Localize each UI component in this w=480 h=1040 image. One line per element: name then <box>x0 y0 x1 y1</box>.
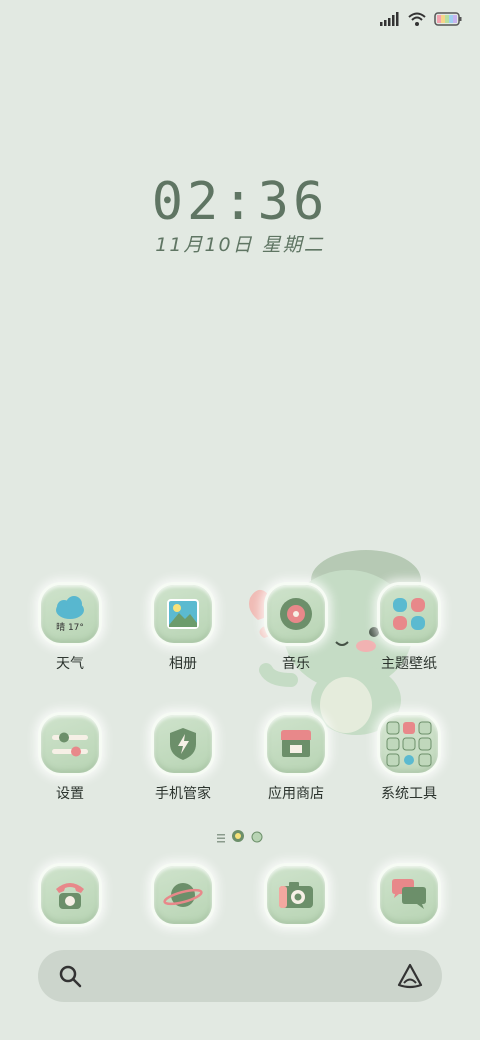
app-weather[interactable]: 晴 17° 天气 <box>20 585 120 673</box>
messages-icon <box>380 866 438 924</box>
folder-icon <box>380 715 438 773</box>
app-label: 音乐 <box>282 656 310 672</box>
app-label: 系统工具 <box>381 786 437 802</box>
security-shield-icon <box>154 715 212 773</box>
app-gallery[interactable]: 相册 <box>133 585 233 673</box>
camera-icon <box>267 866 325 924</box>
app-music[interactable]: 音乐 <box>246 585 346 673</box>
app-theme[interactable]: 主题壁纸 <box>359 585 459 673</box>
clock-widget[interactable]: 02:36 11月10日 星期二 <box>0 172 480 257</box>
page-indicator[interactable] <box>0 828 480 847</box>
app-phone-manager[interactable]: 手机管家 <box>133 715 233 803</box>
dock-phone[interactable] <box>20 866 120 924</box>
battery-icon <box>434 11 462 30</box>
app-store-icon <box>267 715 325 773</box>
app-label: 天气 <box>56 656 84 672</box>
clock-time: 02:36 <box>151 172 329 232</box>
gallery-icon <box>154 585 212 643</box>
weather-temp: 晴 17° <box>56 621 84 633</box>
app-app-store[interactable]: 应用商店 <box>246 715 346 803</box>
page-dot-icon <box>251 828 263 847</box>
search-icon[interactable] <box>58 964 82 992</box>
phone-icon <box>41 866 99 924</box>
music-icon <box>267 585 325 643</box>
wifi-icon <box>408 11 426 30</box>
dock-browser[interactable] <box>133 866 233 924</box>
dock-camera[interactable] <box>246 866 346 924</box>
browser-planet-icon <box>154 866 212 924</box>
dock-messages[interactable] <box>359 866 459 924</box>
app-label: 主题壁纸 <box>381 656 437 672</box>
voice-assistant-icon[interactable] <box>396 962 424 994</box>
theme-icon <box>380 585 438 643</box>
app-label: 应用商店 <box>268 786 324 802</box>
app-label: 手机管家 <box>155 786 211 802</box>
app-settings[interactable]: 设置 <box>20 715 120 803</box>
status-bar <box>380 8 462 32</box>
page-dot-active-icon <box>231 828 245 847</box>
search-bar[interactable] <box>38 950 442 1002</box>
settings-icon <box>41 715 99 773</box>
app-label: 相册 <box>169 656 197 672</box>
clock-date: 11月10日 星期二 <box>155 234 325 256</box>
page-list-icon <box>217 828 225 847</box>
app-label: 设置 <box>56 786 84 802</box>
app-system-tools-folder[interactable]: 系统工具 <box>359 715 459 803</box>
signal-icon <box>380 11 400 30</box>
weather-icon: 晴 17° <box>41 585 99 643</box>
